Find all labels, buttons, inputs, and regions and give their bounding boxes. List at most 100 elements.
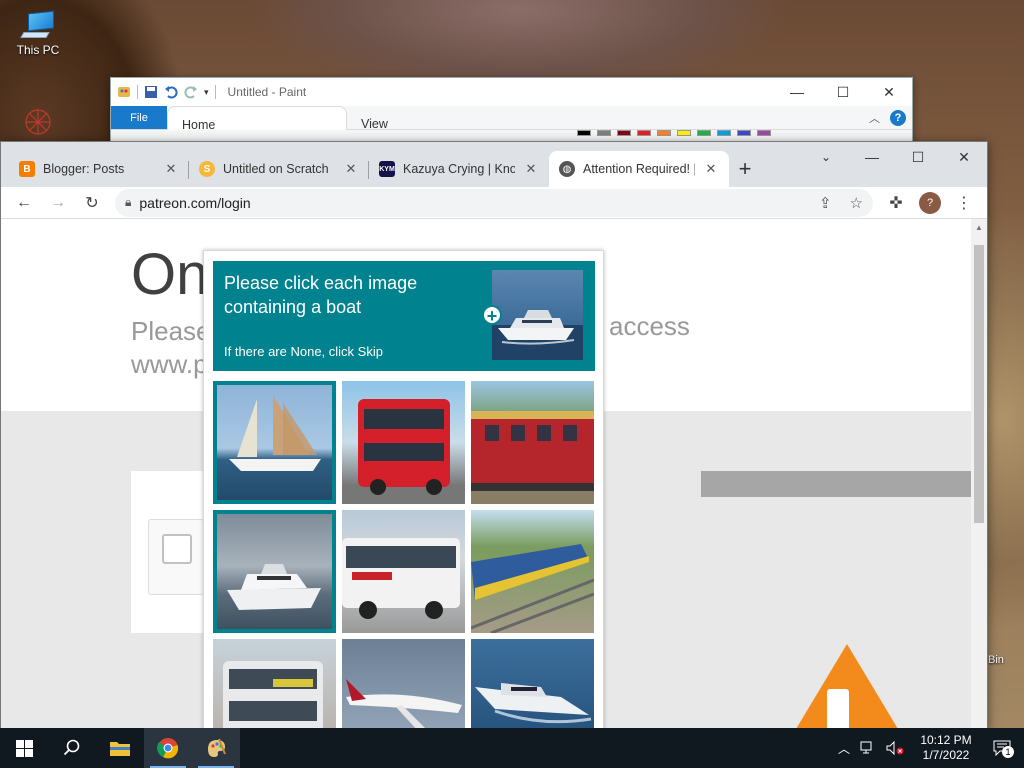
folder-icon bbox=[110, 742, 130, 756]
extensions-icon[interactable]: ✜ bbox=[881, 188, 911, 218]
captcha-tile-6[interactable] bbox=[471, 510, 594, 633]
taskbar-file-explorer[interactable] bbox=[96, 728, 144, 768]
tab-close-icon[interactable]: ✕ bbox=[163, 161, 179, 177]
bookmark-star-icon[interactable]: ☆ bbox=[850, 194, 863, 212]
profile-button[interactable]: ? bbox=[915, 188, 945, 218]
taskbar-paint[interactable] bbox=[192, 728, 240, 768]
ribbon-collapse-icon[interactable]: ︿ bbox=[869, 110, 880, 126]
save-icon[interactable] bbox=[144, 85, 158, 99]
human-verification-checkbox[interactable] bbox=[162, 534, 192, 564]
captcha-tile-2[interactable] bbox=[342, 381, 465, 504]
help-icon[interactable]: ? bbox=[890, 109, 906, 126]
captcha-tile-5[interactable] bbox=[342, 510, 465, 633]
tab-close-icon[interactable]: ✕ bbox=[703, 161, 719, 177]
chrome-close-icon[interactable]: ✕ bbox=[941, 142, 987, 172]
color-swatch[interactable] bbox=[657, 130, 671, 136]
color-swatch[interactable] bbox=[697, 130, 711, 136]
paint-app-icon bbox=[118, 87, 130, 97]
menu-kebab-icon[interactable]: ⋮ bbox=[949, 188, 979, 218]
zoom-plus-icon[interactable]: + bbox=[482, 305, 502, 325]
desktop-icon-label: This PC bbox=[16, 43, 60, 57]
captcha-tile-3[interactable] bbox=[471, 381, 594, 504]
paint-close-icon[interactable]: ✕ bbox=[866, 78, 912, 106]
color-swatch[interactable] bbox=[757, 130, 771, 136]
captcha-header: Please click each image containing a boa… bbox=[213, 261, 595, 371]
warning-exclamation-bar bbox=[827, 689, 849, 728]
back-icon[interactable]: ← bbox=[9, 188, 39, 218]
start-button[interactable] bbox=[0, 728, 48, 768]
page-scrollbar[interactable]: ▲ bbox=[971, 219, 987, 728]
browser-tab-scratch[interactable]: S Untitled on Scratch ✕ bbox=[189, 151, 369, 187]
address-bar[interactable]: 🔒︎ patreon.com/login ⇪ ☆ bbox=[115, 188, 873, 217]
page-domain-line: www.p bbox=[131, 349, 208, 379]
tab-label: Untitled on Scratch bbox=[223, 162, 329, 176]
system-tray: ︿ 10:12 PM 1/7/2022 1 bbox=[838, 728, 1024, 768]
forward-icon[interactable]: → bbox=[43, 188, 73, 218]
color-swatch[interactable] bbox=[577, 130, 591, 136]
reload-icon[interactable]: ↻ bbox=[77, 188, 107, 218]
action-center-button[interactable]: 1 bbox=[988, 734, 1016, 762]
desktop-icon-this-pc[interactable]: This PC bbox=[8, 10, 68, 57]
captcha-tile-4[interactable] bbox=[213, 510, 336, 633]
captcha-tile-1[interactable] bbox=[213, 381, 336, 504]
paint-titlebar: ▾ Untitled - Paint — ☐ ✕ bbox=[111, 78, 912, 106]
page-subtitle: Please bbox=[131, 316, 211, 346]
chrome-icon bbox=[157, 738, 179, 759]
network-shape-icon bbox=[25, 109, 51, 135]
url-text[interactable]: patreon.com/login bbox=[139, 195, 250, 211]
gray-banner bbox=[701, 471, 971, 497]
share-icon[interactable]: ⇪ bbox=[819, 194, 832, 212]
volume-muted-icon[interactable] bbox=[886, 741, 904, 755]
show-hidden-icons-icon[interactable]: ︿ bbox=[838, 740, 850, 757]
redo-icon[interactable] bbox=[184, 85, 198, 99]
paint-tab-file[interactable]: File bbox=[111, 106, 167, 129]
scroll-up-icon[interactable]: ▲ bbox=[975, 223, 983, 232]
browser-tab-blogger[interactable]: B Blogger: Posts ✕ bbox=[9, 151, 189, 187]
paint-ribbon-tabs: File Home View ︿ ? bbox=[111, 106, 912, 142]
browser-tab-attention-required[interactable]: ◍ Attention Required! | ✕ bbox=[549, 151, 729, 187]
captcha-challenge[interactable]: Please click each image containing a boa… bbox=[203, 250, 604, 768]
clock-time: 10:12 PM bbox=[920, 733, 972, 747]
color-swatch[interactable] bbox=[717, 130, 731, 136]
lock-icon[interactable]: 🔒︎ bbox=[125, 195, 131, 210]
paint-maximize-icon[interactable]: ☐ bbox=[820, 78, 866, 106]
scratch-icon: S bbox=[199, 161, 215, 177]
paint-palette-icon bbox=[208, 738, 226, 757]
captcha-prompt: Please click each image containing a boa… bbox=[224, 273, 418, 317]
tab-close-icon[interactable]: ✕ bbox=[523, 161, 539, 177]
chrome-minimize-icon[interactable]: — bbox=[849, 142, 895, 172]
network-icon[interactable] bbox=[860, 741, 876, 755]
color-swatch[interactable] bbox=[597, 130, 611, 136]
paint-minimize-icon[interactable]: — bbox=[774, 78, 820, 106]
tab-close-icon[interactable]: ✕ bbox=[343, 161, 359, 177]
taskbar: ︿ 10:12 PM 1/7/2022 1 bbox=[0, 728, 1024, 768]
quick-access-dropdown-icon[interactable]: ▾ bbox=[204, 87, 209, 98]
browser-toolbar: ← → ↻ 🔒︎ patreon.com/login ⇪ ☆ ✜ ? ⋮ bbox=[1, 187, 987, 219]
computer-icon bbox=[20, 10, 56, 40]
blogger-icon: B bbox=[19, 161, 35, 177]
color-swatch[interactable] bbox=[737, 130, 751, 136]
chrome-maximize-icon[interactable]: ☐ bbox=[895, 142, 941, 172]
clock-date: 1/7/2022 bbox=[922, 748, 970, 762]
color-swatch[interactable] bbox=[637, 130, 651, 136]
captcha-skip-hint: If there are None, click Skip bbox=[224, 344, 383, 359]
taskbar-chrome[interactable] bbox=[144, 728, 192, 768]
search-button[interactable] bbox=[48, 728, 96, 768]
clock[interactable]: 10:12 PM 1/7/2022 bbox=[914, 733, 978, 763]
desktop-icon-app[interactable] bbox=[8, 104, 68, 143]
undo-icon[interactable] bbox=[164, 85, 178, 99]
tab-label: Attention Required! | bbox=[583, 162, 695, 176]
color-swatch[interactable] bbox=[617, 130, 631, 136]
kym-icon: KYM bbox=[379, 161, 395, 177]
tab-search-icon[interactable]: ⌄ bbox=[803, 142, 849, 172]
captcha-example-image[interactable] bbox=[492, 270, 583, 360]
page-subtitle-tail: access bbox=[609, 311, 690, 341]
new-tab-button[interactable]: + bbox=[729, 153, 761, 185]
recycle-bin-label[interactable]: Bin bbox=[988, 654, 1004, 666]
paint-window-title: Untitled - Paint bbox=[227, 85, 307, 99]
windows-logo-icon bbox=[15, 739, 33, 757]
browser-tab-kym[interactable]: KYM Kazuya Crying | Know ✕ bbox=[369, 151, 549, 187]
tab-strip: B Blogger: Posts ✕ S Untitled on Scratch… bbox=[1, 142, 987, 187]
color-swatch[interactable] bbox=[677, 130, 691, 136]
scrollbar-thumb[interactable] bbox=[974, 245, 984, 523]
